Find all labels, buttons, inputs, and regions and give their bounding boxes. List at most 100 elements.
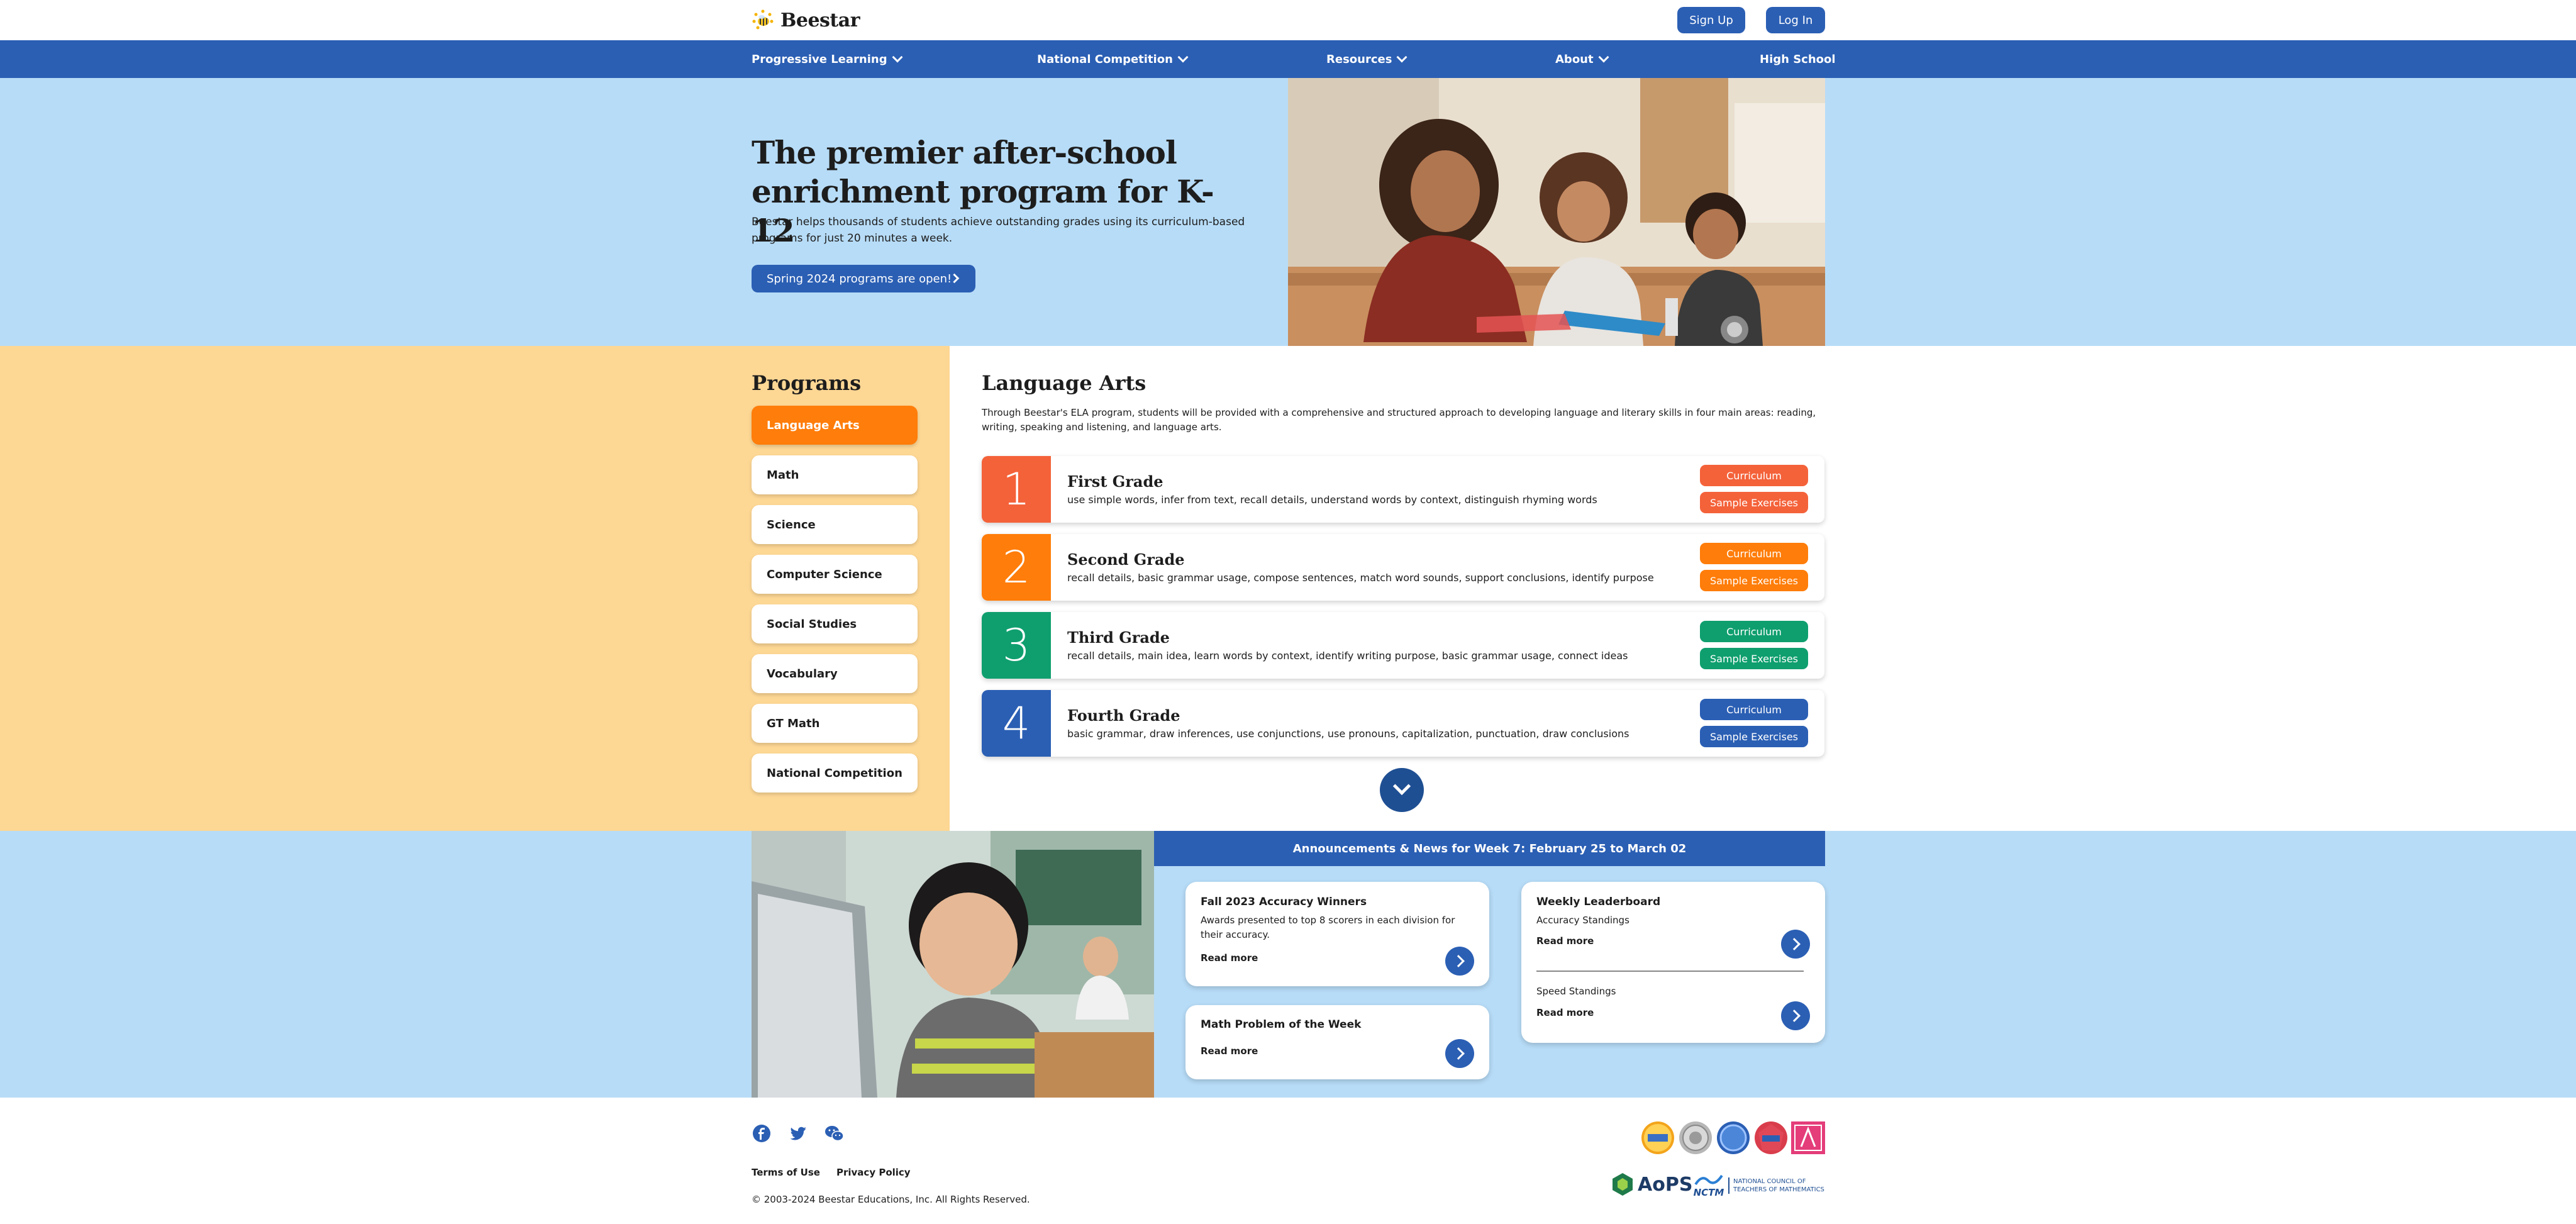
grade-card-second: 2 Second Grade recall details, basic gra… bbox=[982, 534, 1824, 601]
grade-name: First Grade bbox=[1067, 472, 1163, 491]
arrow-right-icon[interactable] bbox=[1445, 1039, 1474, 1068]
aops-logo[interactable]: AoPS bbox=[1611, 1172, 1692, 1197]
program-vocabulary[interactable]: Vocabulary bbox=[752, 654, 918, 693]
arrow-right-icon[interactable] bbox=[1781, 930, 1810, 959]
curriculum-button[interactable]: Curriculum bbox=[1700, 543, 1808, 564]
card-description: Awards presented to top 8 scorers in eac… bbox=[1201, 915, 1455, 940]
facebook-icon[interactable] bbox=[752, 1124, 771, 1143]
hero-section: The premier after-school enrichment prog… bbox=[0, 78, 2576, 346]
programs-section: Programs Language Arts Math Science Comp… bbox=[0, 346, 2576, 831]
grade-description: basic grammar, draw inferences, use conj… bbox=[1067, 728, 1629, 740]
grade-description: recall details, basic grammar usage, com… bbox=[1067, 572, 1654, 584]
main-nav: Progressive Learning National Competitio… bbox=[0, 40, 2576, 78]
announcements-title: Announcements & News for Week 7: Februar… bbox=[1154, 831, 1825, 866]
read-more-link[interactable]: Read more bbox=[1536, 935, 1594, 947]
grade-card-third: 3 Third Grade recall details, main idea,… bbox=[982, 612, 1824, 679]
show-more-grades-button[interactable] bbox=[1380, 768, 1424, 812]
news-photo-student-laptop bbox=[752, 831, 1154, 1098]
card-title: Math Problem of the Week bbox=[1201, 1018, 1362, 1031]
bee-logo-icon bbox=[752, 9, 774, 31]
privacy-policy-link[interactable]: Privacy Policy bbox=[836, 1167, 911, 1178]
chevron-down-icon bbox=[1396, 52, 1407, 63]
program-national-competition[interactable]: National Competition bbox=[752, 754, 918, 793]
nav-progressive-learning[interactable]: Progressive Learning bbox=[752, 40, 903, 78]
chevron-down-icon bbox=[1598, 52, 1609, 63]
announcements-section: Announcements & News for Week 7: Februar… bbox=[0, 831, 2576, 1098]
sample-exercises-button[interactable]: Sample Exercises bbox=[1700, 570, 1808, 591]
grade-number: 4 bbox=[982, 690, 1051, 757]
grade-number: 2 bbox=[982, 534, 1051, 601]
programs-title: Programs bbox=[752, 371, 862, 395]
curriculum-button[interactable]: Curriculum bbox=[1700, 621, 1808, 642]
grade-number: 1 bbox=[982, 456, 1051, 523]
arrow-right-icon[interactable] bbox=[1781, 1001, 1810, 1030]
nctm-line-2: TEACHERS OF MATHEMATICS bbox=[1733, 1186, 1824, 1193]
speed-standings-label: Speed Standings bbox=[1536, 986, 1616, 997]
nav-resources[interactable]: Resources bbox=[1326, 40, 1407, 78]
grade-name: Second Grade bbox=[1067, 550, 1185, 569]
nctm-text: NCTM bbox=[1693, 1187, 1724, 1198]
hero-photo-family-studying bbox=[1288, 78, 1825, 346]
sample-exercises-button[interactable]: Sample Exercises bbox=[1700, 492, 1808, 513]
nav-label: High School bbox=[1760, 52, 1836, 66]
program-science[interactable]: Science bbox=[752, 505, 918, 544]
nctm-fullname: NATIONAL COUNCIL OF TEACHERS OF MATHEMAT… bbox=[1728, 1177, 1824, 1194]
nav-label: National Competition bbox=[1037, 52, 1173, 66]
arrow-right-icon[interactable] bbox=[1445, 947, 1474, 976]
grade-name: Third Grade bbox=[1067, 628, 1170, 647]
read-more-link[interactable]: Read more bbox=[1536, 1007, 1594, 1018]
program-math[interactable]: Math bbox=[752, 455, 918, 494]
hero-subtitle: Beestar helps thousands of students achi… bbox=[752, 216, 1245, 245]
log-in-button[interactable]: Log In bbox=[1766, 7, 1825, 33]
cta-label: Spring 2024 programs are open! bbox=[767, 272, 952, 286]
footer: Terms of Use Privacy Policy © 2003-2024 … bbox=[0, 1098, 2576, 1224]
top-bar: Beestar Sign Up Log In bbox=[0, 0, 2576, 40]
spring-programs-button[interactable]: Spring 2024 programs are open! bbox=[752, 265, 975, 292]
logo[interactable]: Beestar bbox=[752, 9, 860, 31]
nctm-line-1: NATIONAL COUNCIL OF bbox=[1733, 1178, 1806, 1185]
read-more-link[interactable]: Read more bbox=[1201, 952, 1258, 964]
award-badge-icon bbox=[1791, 1121, 1825, 1154]
card-title: Fall 2023 Accuracy Winners bbox=[1201, 896, 1367, 908]
program-language-arts[interactable]: Language Arts bbox=[752, 406, 918, 445]
sign-up-button[interactable]: Sign Up bbox=[1677, 7, 1745, 33]
read-more-link[interactable]: Read more bbox=[1201, 1045, 1258, 1057]
card-weekly-leaderboard: Weekly Leaderboard Accuracy Standings Re… bbox=[1521, 882, 1825, 1043]
award-badge-icon bbox=[1679, 1121, 1712, 1154]
grade-number: 3 bbox=[982, 612, 1051, 679]
chevron-down-icon bbox=[1177, 52, 1189, 63]
grade-card-fourth: 4 Fourth Grade basic grammar, draw infer… bbox=[982, 690, 1824, 757]
accuracy-standings-label: Accuracy Standings bbox=[1536, 915, 1629, 926]
card-math-problem: Math Problem of the Week Read more bbox=[1185, 1005, 1489, 1079]
grade-description: recall details, main idea, learn words b… bbox=[1067, 650, 1628, 662]
nav-label: Progressive Learning bbox=[752, 52, 887, 66]
award-badge-icon bbox=[1717, 1121, 1750, 1154]
copyright-text: © 2003-2024 Beestar Educations, Inc. All… bbox=[752, 1194, 1030, 1205]
sample-exercises-button[interactable]: Sample Exercises bbox=[1700, 726, 1808, 747]
chevron-down-icon bbox=[892, 52, 903, 63]
nav-about[interactable]: About bbox=[1555, 40, 1609, 78]
program-computer-science[interactable]: Computer Science bbox=[752, 555, 918, 594]
sample-exercises-button[interactable]: Sample Exercises bbox=[1700, 648, 1808, 669]
grade-name: Fourth Grade bbox=[1067, 706, 1180, 725]
logo-text: Beestar bbox=[780, 9, 860, 31]
program-social-studies[interactable]: Social Studies bbox=[752, 604, 918, 643]
nav-high-school[interactable]: High School bbox=[1760, 40, 1836, 78]
chevron-down-icon bbox=[1392, 777, 1411, 796]
twitter-icon[interactable] bbox=[789, 1124, 808, 1143]
aops-text: AoPS bbox=[1638, 1173, 1693, 1196]
award-badge-icon bbox=[1641, 1121, 1674, 1154]
nav-national-competition[interactable]: National Competition bbox=[1037, 40, 1189, 78]
grade-description: use simple words, infer from text, recal… bbox=[1067, 494, 1597, 506]
program-gt-math[interactable]: GT Math bbox=[752, 704, 918, 743]
nav-label: About bbox=[1555, 52, 1594, 66]
card-accuracy-winners: Fall 2023 Accuracy Winners Awards presen… bbox=[1185, 882, 1489, 986]
curriculum-button[interactable]: Curriculum bbox=[1700, 699, 1808, 720]
award-badge-icon bbox=[1755, 1121, 1787, 1154]
wechat-icon[interactable] bbox=[824, 1124, 844, 1143]
language-arts-description: Through Beestar's ELA program, students … bbox=[982, 407, 1816, 433]
terms-of-use-link[interactable]: Terms of Use bbox=[752, 1167, 820, 1178]
curriculum-button[interactable]: Curriculum bbox=[1700, 465, 1808, 486]
nav-label: Resources bbox=[1326, 52, 1392, 66]
nctm-logo[interactable]: NCTM NATIONAL COUNCIL OF TEACHERS OF MAT… bbox=[1693, 1173, 1824, 1198]
